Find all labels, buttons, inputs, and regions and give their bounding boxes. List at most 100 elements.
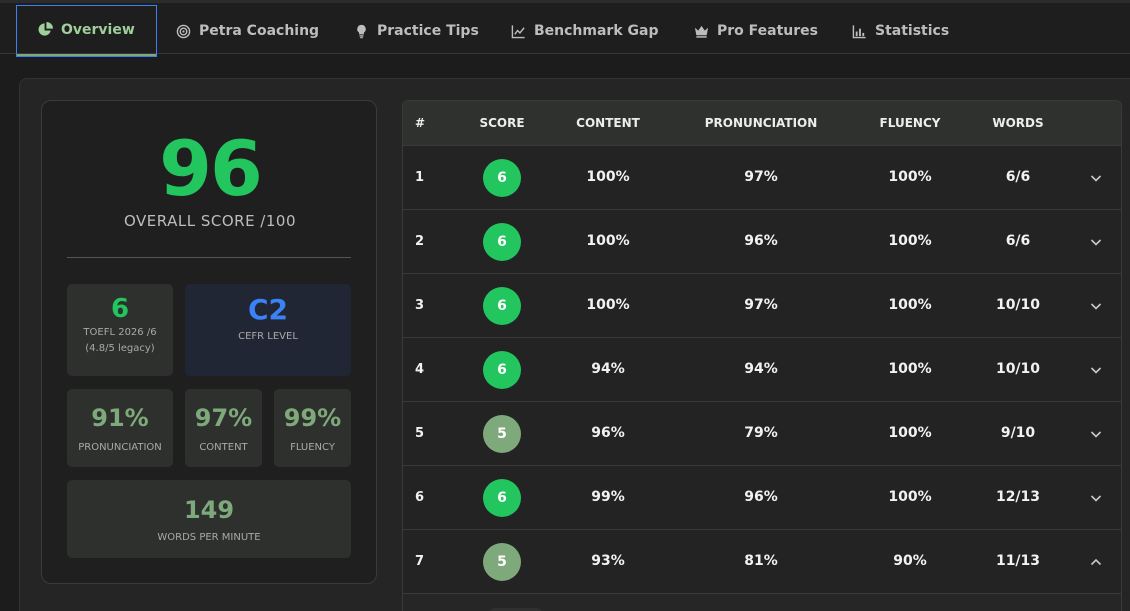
row-number: 5: [415, 426, 425, 441]
toefl-score-value: 6: [110, 294, 130, 324]
chevron-down-icon[interactable]: [1088, 426, 1104, 442]
row-number: 1: [415, 170, 425, 185]
fluency-cell: 90%: [893, 553, 927, 569]
chevron-down-icon[interactable]: [1088, 362, 1104, 378]
content-cell: 100%: [586, 233, 630, 249]
content-tile: 97% CONTENT: [185, 389, 262, 467]
row-number: 4: [415, 362, 425, 377]
chevron-down-icon[interactable]: [1088, 170, 1104, 186]
score-badge: 6: [483, 223, 521, 261]
score-badge: 5: [483, 415, 521, 453]
content-label: CONTENT: [199, 442, 248, 453]
tab-practice-tips[interactable]: Practice Tips: [354, 5, 479, 57]
lightbulb-icon: [354, 24, 369, 39]
content-value: 97%: [194, 404, 253, 432]
words-per-minute-tile: 149 WORDS PER MINUTE: [67, 480, 351, 558]
column-header-score: SCORE: [479, 116, 525, 130]
fluency-cell: 100%: [888, 425, 932, 441]
tab-statistics[interactable]: Statistics: [852, 5, 949, 57]
fluency-cell: 100%: [888, 297, 932, 313]
chevron-down-icon[interactable]: [1088, 234, 1104, 250]
content-cell: 99%: [591, 489, 625, 505]
row-number: 3: [415, 298, 425, 313]
fluency-cell: 100%: [888, 233, 932, 249]
cefr-level-tile: C2 CEFR LEVEL: [185, 284, 351, 376]
column-header-fluency: FLUENCY: [879, 116, 941, 130]
fluency-label: FLUENCY: [290, 442, 335, 453]
tab-label: Practice Tips: [377, 23, 479, 39]
wpm-value: 149: [183, 496, 235, 524]
pronunciation-tile: 91% PRONUNCIATION: [67, 389, 173, 467]
overall-score-label: OVERALL SCORE /100: [124, 212, 296, 230]
fluency-cell: 100%: [888, 361, 932, 377]
tab-petra-coaching[interactable]: Petra Coaching: [176, 5, 319, 57]
content-cell: 100%: [586, 169, 630, 185]
words-cell: 12/13: [995, 489, 1041, 505]
row-number: 2: [415, 234, 425, 249]
line-chart-icon: [511, 24, 526, 39]
table-row[interactable]: 1 6 100% 97% 100% 6/6: [403, 146, 1121, 210]
tab-bar: Overview Petra Coaching Practice Tips Be…: [0, 0, 1130, 57]
cefr-level-value: C2: [247, 293, 289, 326]
score-summary-card: 96 OVERALL SCORE /100 6 TOEFL 2026 /6 (4…: [41, 100, 377, 584]
table-row[interactable]: 7 5 93% 81% 90% 11/13: [403, 530, 1121, 594]
pronunciation-cell: 97%: [744, 297, 778, 313]
tab-label: Statistics: [875, 23, 950, 39]
pronunciation-cell: 79%: [744, 425, 778, 441]
table-row[interactable]: 4 6 94% 94% 100% 10/10: [403, 338, 1121, 402]
pronunciation-cell: 96%: [744, 233, 778, 249]
words-cell: 6/6: [1005, 233, 1031, 249]
fluency-cell: 100%: [888, 489, 932, 505]
column-header-content: CONTENT: [576, 116, 640, 130]
table-row[interactable]: 3 6 100% 97% 100% 10/10: [403, 274, 1121, 338]
toefl-score-label: TOEFL 2026 /6: [83, 327, 157, 338]
table-row[interactable]: 2 6 100% 96% 100% 6/6: [403, 210, 1121, 274]
score-badge: 6: [483, 159, 521, 197]
words-cell: 6/6: [1005, 169, 1031, 185]
tab-label: Petra Coaching: [199, 23, 320, 39]
toefl-legacy-label: (4.8/5 legacy): [85, 343, 155, 354]
overall-score-value: 96: [159, 124, 263, 213]
column-header-number: #: [415, 116, 426, 130]
score-badge: 6: [483, 351, 521, 389]
tab-label: Pro Features: [717, 23, 818, 39]
chevron-up-icon[interactable]: [1088, 554, 1104, 570]
column-header-words: WORDS: [992, 116, 1044, 130]
content-cell: 96%: [591, 425, 625, 441]
tab-pro-features[interactable]: Pro Features: [694, 5, 818, 57]
row-number: 7: [415, 554, 425, 569]
content-cell: 93%: [591, 553, 625, 569]
content-cell: 94%: [591, 361, 625, 377]
column-header-pronunciation: PRONUNCIATION: [704, 116, 818, 130]
table-row[interactable]: 6 6 99% 96% 100% 12/13: [403, 466, 1121, 530]
fluency-tile: 99% FLUENCY: [274, 389, 351, 467]
score-badge: 6: [483, 479, 521, 517]
tab-label: Benchmark Gap: [534, 23, 659, 39]
pronunciation-label: PRONUNCIATION: [78, 442, 162, 453]
toefl-score-tile: 6 TOEFL 2026 /6 (4.8/5 legacy): [67, 284, 173, 376]
content-cell: 100%: [586, 297, 630, 313]
chevron-down-icon[interactable]: [1088, 490, 1104, 506]
crown-icon: [694, 24, 709, 39]
bar-chart-icon: [852, 24, 867, 39]
divider: [67, 257, 351, 258]
chevron-down-icon[interactable]: [1088, 298, 1104, 314]
results-table: # SCORE CONTENT PRONUNCIATION FLUENCY WO…: [402, 100, 1122, 611]
table-header: # SCORE CONTENT PRONUNCIATION FLUENCY WO…: [403, 101, 1121, 146]
fluency-value: 99%: [283, 404, 342, 432]
pronunciation-cell: 96%: [744, 489, 778, 505]
cefr-level-label: CEFR LEVEL: [238, 331, 298, 342]
fluency-cell: 100%: [888, 169, 932, 185]
tab-label: Overview: [61, 21, 135, 38]
score-badge: 5: [483, 543, 521, 581]
tab-overview[interactable]: Overview: [16, 5, 157, 57]
pronunciation-cell: 81%: [744, 553, 778, 569]
table-row[interactable]: 5 5 96% 79% 100% 9/10: [403, 402, 1121, 466]
pie-chart-icon: [38, 22, 53, 37]
wpm-label: WORDS PER MINUTE: [157, 532, 261, 543]
tab-benchmark-gap[interactable]: Benchmark Gap: [511, 5, 658, 57]
words-cell: 10/10: [995, 361, 1041, 377]
words-cell: 11/13: [995, 553, 1041, 569]
pronunciation-value: 91%: [91, 404, 149, 432]
pronunciation-cell: 94%: [744, 361, 778, 377]
